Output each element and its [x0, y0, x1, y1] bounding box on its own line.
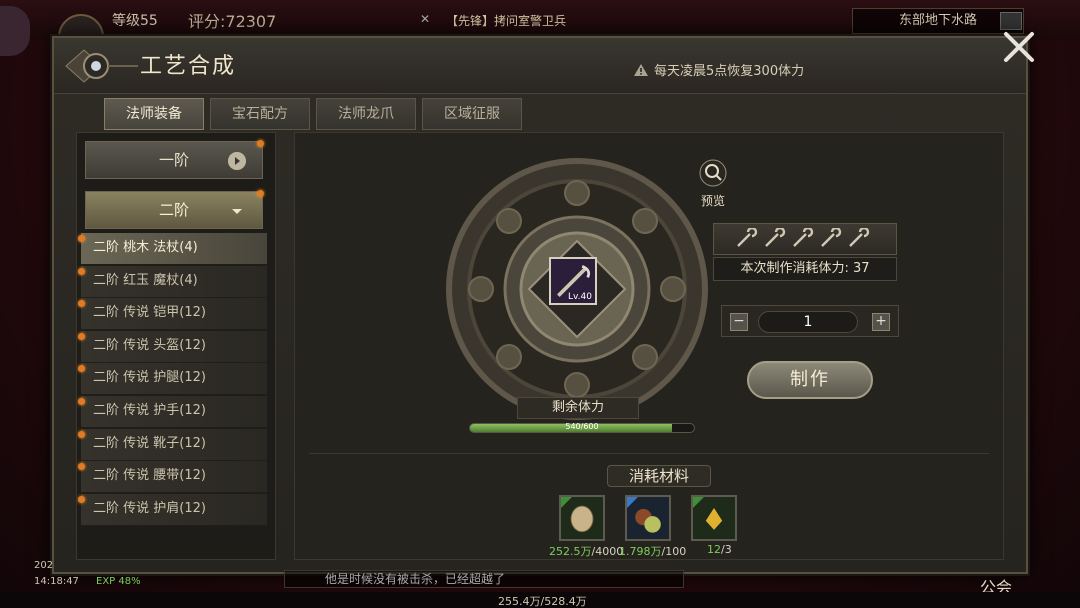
notification-dot [78, 463, 85, 471]
recipe-label: 二阶 传说 靴子(12) [93, 435, 206, 451]
recipe-label: 二阶 传说 腰带(12) [93, 468, 206, 484]
recipe-label: 二阶 红玉 魔杖(4) [93, 272, 198, 288]
tier-2-label: 二阶 [158, 201, 189, 219]
notification-dot [257, 140, 264, 147]
notification-dot [78, 300, 85, 308]
tier-2-header[interactable]: 二阶 [85, 190, 264, 229]
chat-bar[interactable]: 他是时候没有被击杀，已经超越了 [284, 570, 684, 588]
date-label: 202 [34, 560, 54, 571]
tier-1-label: 一阶 [158, 151, 189, 169]
list-item[interactable]: 二阶 传说 腰带(12) [78, 461, 267, 494]
tier-1-header[interactable]: 一阶 [85, 140, 264, 179]
tab-region-conquest[interactable]: 区域征服 [422, 98, 522, 130]
location-label: 东部地下水路 [852, 8, 1024, 34]
material-slot[interactable] [691, 495, 737, 545]
material-count: 12/3 [707, 543, 732, 556]
minus-button[interactable]: − [730, 313, 748, 331]
stamina-value: 540/600 [565, 422, 599, 431]
craft-area: Lv.40 预览 本次制作消耗体力: 37 − 1 + 制作 剩余体力 540/… [294, 132, 1004, 560]
list-item[interactable]: 二阶 传说 护手(12) [78, 395, 267, 428]
combat-score: 评分:72307 [188, 12, 277, 31]
materials-title: 消耗材料 [607, 465, 711, 487]
panel-title: 工艺合成 [140, 54, 237, 79]
game-screen: { "hud": { "level": "等级55", "score": "评分… [0, 0, 1080, 608]
list-item[interactable]: 二阶 传说 护腿(12) [78, 363, 267, 396]
stamina-cost: 本次制作消耗体力: 37 [713, 257, 897, 281]
list-item[interactable]: 二阶 红玉 魔杖(4) [78, 265, 267, 298]
exp-progress-text: 255.4万/528.4万 [498, 595, 587, 608]
notification-dot [78, 267, 85, 275]
craft-button[interactable]: 制作 [747, 361, 873, 399]
wrench-icon [737, 228, 870, 247]
crafted-item-slot[interactable]: Lv.40 [549, 257, 597, 305]
notification-dot [78, 397, 85, 405]
notification-dot [78, 495, 85, 503]
item-level: Lv.40 [568, 292, 592, 302]
quantity-input[interactable]: 1 [758, 311, 858, 333]
gold-coin-icon [559, 495, 605, 541]
wrench-bar [713, 223, 897, 255]
preview-button[interactable]: 预览 [693, 159, 733, 209]
notification-dot [78, 332, 85, 340]
exp-label: EXP 48% [96, 576, 141, 587]
recipe-label: 二阶 传说 铠甲(12) [93, 305, 206, 321]
material-slot[interactable] [559, 495, 605, 545]
play-arrow-icon [228, 152, 246, 170]
quest-tracker[interactable]: 【先锋】拷问室警卫兵 [446, 12, 566, 29]
materials-list [559, 495, 737, 545]
warning-icon [634, 64, 648, 76]
player-level: 等级55 [112, 13, 158, 29]
material-count: 1.798万/100 [619, 545, 687, 558]
quantity-stepper: − 1 + [721, 305, 899, 337]
notification-dot [257, 190, 264, 197]
divider [309, 453, 989, 454]
preview-label: 预览 [700, 194, 725, 208]
close-icon[interactable] [1000, 28, 1038, 66]
recipe-list: 二阶 桃木 法杖(4) 二阶 红玉 魔杖(4) 二阶 传说 铠甲(12) 二阶 … [78, 233, 267, 526]
stamina-label: 剩余体力 [517, 397, 639, 419]
tab-mage-equipment[interactable]: 法师装备 [104, 98, 204, 130]
recipe-label: 二阶 桃木 法杖(4) [93, 240, 198, 255]
tab-gem-recipes[interactable]: 宝石配方 [210, 98, 310, 130]
notification-dot [78, 430, 85, 438]
player-orb[interactable] [0, 6, 30, 56]
recipe-label: 二阶 传说 护手(12) [93, 402, 206, 418]
plus-button[interactable]: + [872, 313, 890, 331]
recipe-label: 二阶 传说 头盔(12) [93, 337, 206, 353]
gold-crystal-icon [691, 495, 737, 541]
stamina-notice: 每天凌晨5点恢复300体力 [634, 60, 804, 79]
notice-text: 每天凌晨5点恢复300体力 [654, 64, 805, 79]
magnifier-icon [699, 159, 727, 187]
recipe-sidebar: 一阶 二阶 二阶 桃木 法杖(4) 二阶 红玉 魔杖(4) 二阶 传说 铠甲(1… [76, 132, 276, 560]
recipe-label: 二阶 传说 护肩(12) [93, 500, 206, 516]
notification-dot [78, 235, 85, 242]
list-item[interactable]: 二阶 桃木 法杖(4) [78, 233, 267, 265]
chevron-down-icon [232, 209, 242, 214]
recipe-label: 二阶 传说 护腿(12) [93, 370, 206, 386]
ore-pile-icon [625, 495, 671, 541]
list-item[interactable]: 二阶 传说 靴子(12) [78, 428, 267, 461]
list-item[interactable]: 二阶 传说 护肩(12) [78, 493, 267, 526]
list-item[interactable]: 二阶 传说 铠甲(12) [78, 298, 267, 331]
tab-mage-dragon-claw[interactable]: 法师龙爪 [316, 98, 416, 130]
close-quest-icon[interactable]: ✕ [420, 12, 430, 26]
material-slot[interactable] [625, 495, 671, 545]
panel-header: 工艺合成 每天凌晨5点恢复300体力 [54, 38, 1026, 94]
clock: 14:18:47 [34, 576, 79, 587]
list-item[interactable]: 二阶 传说 头盔(12) [78, 330, 267, 363]
craft-panel: 工艺合成 每天凌晨5点恢复300体力 法师装备 宝石配方 法师龙爪 区域征服 一… [52, 32, 1034, 574]
notification-dot [78, 365, 85, 373]
category-tabs: 法师装备 宝石配方 法师龙爪 区域征服 [104, 98, 522, 132]
ornament-icon [65, 49, 138, 83]
material-count: 252.5万/4000 [549, 545, 624, 558]
